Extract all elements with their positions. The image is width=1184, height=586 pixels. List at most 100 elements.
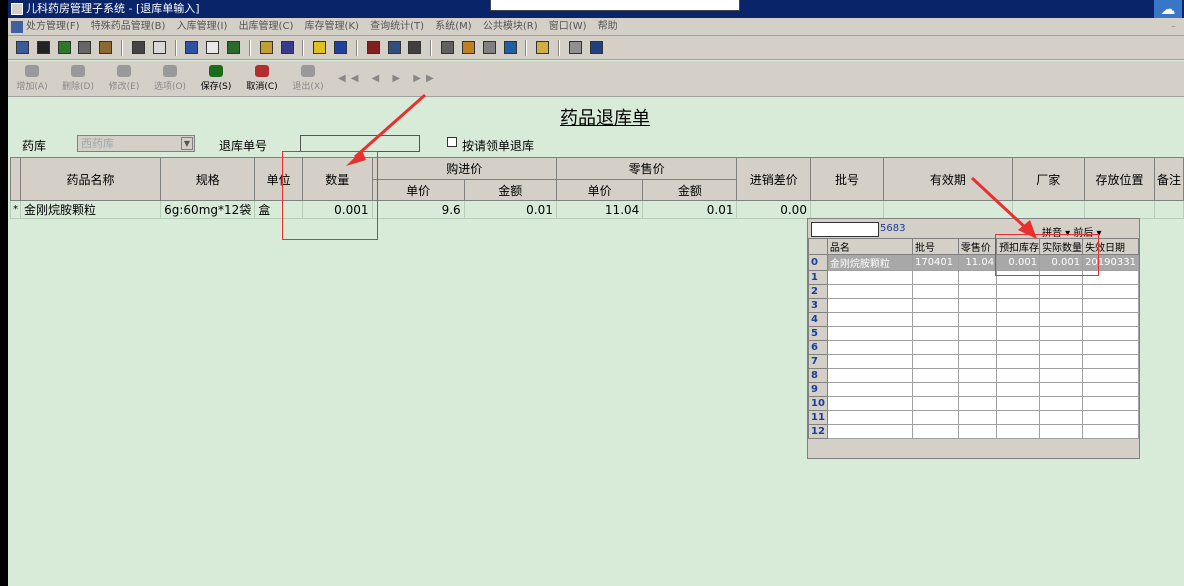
col-purchase-unit-price[interactable]: 单价 xyxy=(371,179,465,201)
exit-button[interactable]: 退出(X) xyxy=(284,65,332,95)
calendar-icon[interactable] xyxy=(334,41,348,54)
return-no-label: 退库单号 xyxy=(219,139,268,153)
menu-special-drugs[interactable]: 特殊药品管理(B) xyxy=(91,21,166,32)
popup-empty-row[interactable]: 11 xyxy=(808,410,1139,425)
binoculars-icon[interactable] xyxy=(78,41,92,54)
overlay-search-box[interactable] xyxy=(490,0,740,11)
return-no-input[interactable] xyxy=(300,135,420,152)
cell-purchase-amount[interactable]: 0.01 xyxy=(463,200,557,219)
checklist-icon[interactable] xyxy=(206,41,220,54)
col-spec[interactable]: 规格 xyxy=(160,157,256,201)
col-purchase-amount[interactable]: 金额 xyxy=(463,179,557,201)
shopping-icon[interactable] xyxy=(387,41,401,54)
popup-empty-row[interactable]: 3 xyxy=(808,298,1139,313)
cell-retail-price[interactable]: 11.04 xyxy=(555,200,644,219)
col-maker[interactable]: 厂家 xyxy=(1011,157,1085,201)
col-drug-name[interactable]: 药品名称 xyxy=(19,157,162,201)
scale-icon[interactable] xyxy=(441,41,455,54)
save-button[interactable]: 保存(S) xyxy=(192,65,240,95)
popup-empty-row[interactable]: 5 xyxy=(808,326,1139,341)
menu-window[interactable]: 窗口(W) xyxy=(549,21,587,32)
folder-icon[interactable] xyxy=(536,41,550,54)
magnifier-icon[interactable] xyxy=(482,41,496,54)
popup-cell-batch[interactable]: 170401 xyxy=(911,254,959,271)
popup-empty-row[interactable]: 6 xyxy=(808,340,1139,355)
popup-cell-retail[interactable]: 11.04 xyxy=(957,254,998,271)
popup-empty-row[interactable]: 8 xyxy=(808,368,1139,383)
cabinet-icon[interactable] xyxy=(366,41,380,54)
cell-retail-amount[interactable]: 0.01 xyxy=(642,200,738,219)
disc-icon[interactable] xyxy=(568,41,582,54)
popup-empty-row[interactable]: 12 xyxy=(808,424,1139,439)
thermometer-icon[interactable] xyxy=(461,41,475,54)
minimize-button[interactable]: – xyxy=(1171,18,1176,36)
cell-spec[interactable]: 6g:60mg*12袋 xyxy=(160,200,256,219)
col-expiry[interactable]: 有效期 xyxy=(883,157,1013,201)
cell-location[interactable] xyxy=(1083,200,1156,219)
monitor-icon[interactable] xyxy=(280,41,294,54)
popup-empty-row[interactable]: 7 xyxy=(808,354,1139,369)
separator xyxy=(174,40,177,56)
popup-empty-row[interactable]: 2 xyxy=(808,284,1139,299)
popup-empty-row[interactable]: 10 xyxy=(808,396,1139,411)
col-remark[interactable]: 备注 xyxy=(1154,157,1184,201)
by-request-checkbox[interactable] xyxy=(447,137,457,147)
popup-empty-row[interactable]: 9 xyxy=(808,382,1139,397)
popup-col-retail[interactable]: 零售价 xyxy=(957,238,998,255)
exit-icon[interactable] xyxy=(589,41,603,54)
bell-icon[interactable] xyxy=(313,41,327,54)
menu-query[interactable]: 查询统计(T) xyxy=(370,21,424,32)
popup-empty-row[interactable]: 4 xyxy=(808,312,1139,327)
check-icon[interactable] xyxy=(57,41,71,54)
popup-cell-name[interactable]: 金刚烷胺颗粒 xyxy=(826,254,913,271)
delete-button[interactable]: 删除(D) xyxy=(54,65,102,95)
menu-system[interactable]: 系统(M) xyxy=(435,21,471,32)
calculator-icon[interactable] xyxy=(503,41,517,54)
menu-stock-out[interactable]: 出库管理(C) xyxy=(239,21,294,32)
separator xyxy=(302,40,305,56)
people-icon[interactable] xyxy=(99,41,113,54)
cell-remark[interactable] xyxy=(1154,200,1184,219)
menu-common[interactable]: 公共模块(R) xyxy=(483,21,538,32)
menu-system-icon[interactable] xyxy=(11,21,23,33)
options-button[interactable]: 选项(O) xyxy=(146,65,194,95)
popup-col-name[interactable]: 品名 xyxy=(826,238,913,255)
cell-purchase-price[interactable]: 9.6 xyxy=(371,200,465,219)
tool-icon[interactable] xyxy=(131,41,145,54)
prescription-icon[interactable] xyxy=(16,41,29,54)
col-price-diff[interactable]: 进销差价 xyxy=(736,157,811,201)
cell-price-diff[interactable]: 0.00 xyxy=(736,200,811,219)
cell-maker[interactable] xyxy=(1011,200,1085,219)
printer-icon[interactable] xyxy=(408,41,422,54)
col-retail-unit-price[interactable]: 单价 xyxy=(555,179,644,201)
col-batch[interactable]: 批号 xyxy=(809,157,885,201)
add-button[interactable]: 增加(A) xyxy=(8,65,56,95)
cell-batch[interactable] xyxy=(809,200,885,219)
record-navigation[interactable]: ◀◀ ◀ ▶ ▶▶ xyxy=(338,73,439,84)
bottle-icon[interactable] xyxy=(36,41,50,54)
col-retail-amount[interactable]: 金额 xyxy=(642,179,738,201)
card-icon[interactable] xyxy=(152,41,166,54)
report-icon[interactable] xyxy=(259,41,273,54)
batch-search-input[interactable] xyxy=(811,222,879,237)
cloud-icon[interactable]: ☁ xyxy=(1154,0,1182,18)
transfer-icon[interactable] xyxy=(227,41,241,54)
col-location[interactable]: 存放位置 xyxy=(1083,157,1156,201)
pharmacy-select[interactable]: 西药库 ▼ xyxy=(77,135,195,152)
cancel-button[interactable]: 取消(C) xyxy=(238,65,286,95)
cell-expiry[interactable] xyxy=(883,200,1013,219)
col-purchase-price-group[interactable]: 购进价 xyxy=(371,157,557,180)
menu-help[interactable]: 帮助 xyxy=(598,21,618,32)
cell-drug-name[interactable]: 金刚烷胺颗粒 xyxy=(19,200,162,219)
chevron-down-icon[interactable]: ▼ xyxy=(181,137,193,150)
menu-prescription[interactable]: 处方管理(F) xyxy=(26,21,80,32)
edit-button[interactable]: 修改(E) xyxy=(100,65,148,95)
menu-stock-in[interactable]: 入库管理(I) xyxy=(177,21,228,32)
menu-inventory[interactable]: 库存管理(K) xyxy=(305,21,359,32)
document-icon[interactable] xyxy=(185,41,199,54)
drug-code: 5683 xyxy=(880,223,906,234)
popup-col-batch[interactable]: 批号 xyxy=(911,238,959,255)
table-row[interactable]: * 金刚烷胺颗粒 6g:60mg*12袋 盒 0.001 9.6 0.01 11… xyxy=(10,200,1184,219)
edit-label: 修改(E) xyxy=(108,82,140,92)
col-retail-price-group[interactable]: 零售价 xyxy=(555,157,738,180)
